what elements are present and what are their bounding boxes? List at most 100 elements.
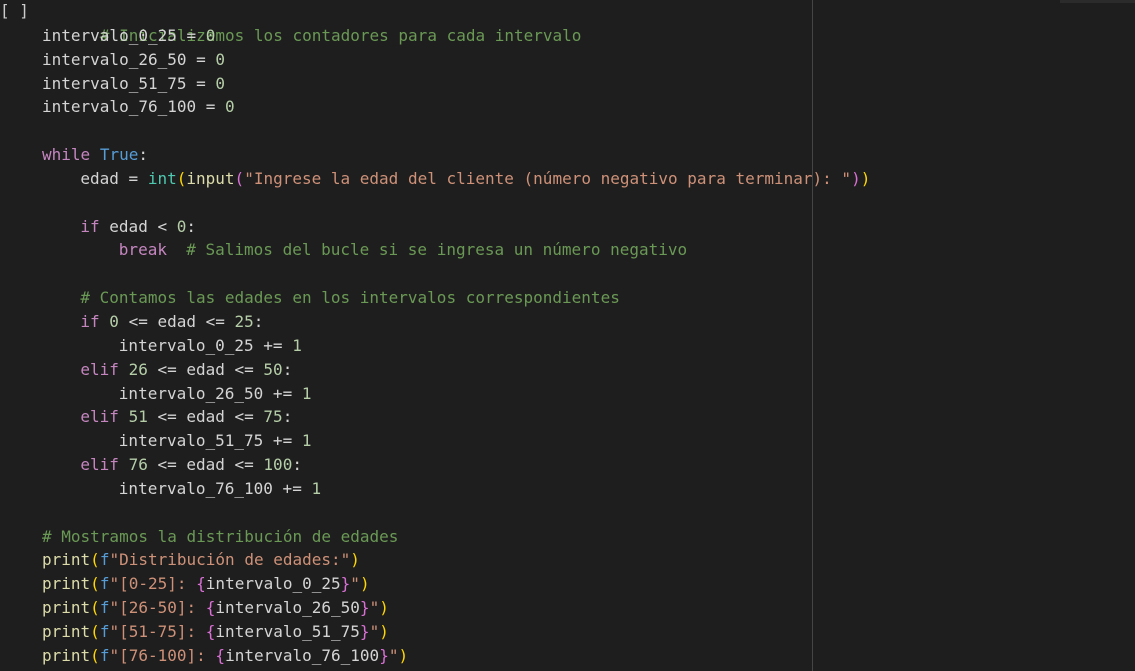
code-cell-editor[interactable]: [ ] # Inicializamos los contadores para … bbox=[0, 0, 1135, 671]
code-line-26: print(f"[26-50]: {intervalo_26_50}") bbox=[42, 596, 870, 620]
string: "[51-75]: bbox=[109, 621, 206, 641]
colon: : bbox=[186, 216, 196, 236]
paren: ) bbox=[379, 598, 389, 618]
paren: ( bbox=[90, 645, 100, 665]
fstring-prefix: f bbox=[99, 574, 110, 594]
code-line-1: # Inicializamos los contadores para cada… bbox=[42, 0, 870, 45]
keyword: elif bbox=[80, 407, 119, 427]
number: 1 bbox=[301, 431, 312, 451]
paren: ) bbox=[860, 168, 871, 188]
number: 0 bbox=[205, 25, 216, 45]
expression: <= edad <= bbox=[118, 311, 235, 331]
cell-run-indicator[interactable]: [ ] bbox=[0, 0, 29, 22]
operator: = bbox=[118, 168, 148, 188]
operator: += bbox=[272, 478, 312, 498]
paren: ( bbox=[90, 598, 100, 618]
keyword: while bbox=[42, 145, 91, 165]
builtin-int: int bbox=[147, 168, 177, 188]
variable: intervalo_0_25 bbox=[205, 574, 341, 594]
operator: += bbox=[263, 431, 302, 451]
number: 25 bbox=[234, 311, 254, 331]
cell-toolbar-edge bbox=[1060, 0, 1135, 3]
function-print: print bbox=[42, 645, 91, 665]
string: "[26-50]: bbox=[109, 598, 206, 618]
code-line-21: intervalo_76_100 += 1 bbox=[42, 477, 870, 501]
comment: # Contamos las edades en los intervalos … bbox=[80, 288, 620, 308]
number: 1 bbox=[292, 335, 302, 355]
paren: ) bbox=[350, 550, 360, 570]
paren: ) bbox=[398, 645, 409, 665]
code-line-24: print(f"Distribución de edades:") bbox=[42, 548, 870, 572]
fstring-prefix: f bbox=[99, 645, 110, 665]
paren: ( bbox=[90, 621, 100, 641]
keyword: if bbox=[80, 311, 100, 331]
code-line-10: if edad < 0: bbox=[42, 215, 870, 239]
number: 76 bbox=[128, 455, 148, 475]
number: 1 bbox=[301, 383, 312, 403]
variable: intervalo_0_25 bbox=[118, 335, 254, 355]
paren: ( bbox=[90, 574, 100, 594]
code-line-3: intervalo_26_50 = 0 bbox=[42, 48, 870, 72]
paren: ) bbox=[379, 621, 389, 641]
number: 0 bbox=[215, 49, 226, 69]
brace: { bbox=[215, 645, 226, 665]
string: "[76-100]: bbox=[109, 645, 216, 665]
code-line-8: edad = int(input("Ingrese la edad del cl… bbox=[42, 167, 870, 191]
function-print: print bbox=[42, 598, 91, 618]
function-print: print bbox=[42, 621, 91, 641]
code-line-15: intervalo_0_25 += 1 bbox=[42, 334, 870, 358]
variable: intervalo_76_100 bbox=[42, 97, 197, 117]
code-line-19: intervalo_51_75 += 1 bbox=[42, 429, 870, 453]
variable: intervalo_76_100 bbox=[118, 478, 273, 498]
comment: # Mostramos la distribución de edades bbox=[42, 526, 399, 546]
expression: <= edad <= bbox=[147, 359, 264, 379]
string: "Ingrese la edad del cliente (número neg… bbox=[244, 168, 852, 188]
number: 75 bbox=[263, 407, 283, 427]
variable: intervalo_51_75 bbox=[118, 431, 264, 451]
paren: ( bbox=[176, 168, 187, 188]
paren: ) bbox=[851, 168, 861, 188]
fstring-prefix: f bbox=[99, 621, 110, 641]
variable: intervalo_76_100 bbox=[225, 645, 380, 665]
paren: ( bbox=[90, 550, 100, 570]
code-line-7: while True: bbox=[42, 143, 870, 167]
colon: : bbox=[292, 455, 302, 475]
code-block[interactable]: # Inicializamos los contadores para cada… bbox=[42, 0, 870, 668]
operator: = bbox=[196, 97, 226, 117]
brace: } bbox=[359, 598, 370, 618]
brace: } bbox=[379, 645, 389, 665]
paren: ( bbox=[234, 168, 245, 188]
paren: ) bbox=[359, 574, 370, 594]
colon: : bbox=[282, 359, 293, 379]
keyword: break bbox=[118, 240, 167, 260]
code-line-14: if 0 <= edad <= 25: bbox=[42, 310, 870, 334]
colon: : bbox=[282, 407, 293, 427]
fstring-prefix: f bbox=[99, 598, 110, 618]
number: 0 bbox=[225, 97, 235, 117]
variable: intervalo_26_50 bbox=[42, 49, 187, 69]
constant: True bbox=[99, 145, 139, 165]
code-line-17: intervalo_26_50 += 1 bbox=[42, 382, 870, 406]
number: 0 bbox=[109, 311, 119, 331]
string: "Distribución de edades:" bbox=[109, 550, 351, 570]
string: " bbox=[369, 621, 380, 641]
number: 26 bbox=[128, 359, 148, 379]
operator: = bbox=[186, 49, 216, 69]
function-print: print bbox=[42, 574, 91, 594]
code-line-4: intervalo_51_75 = 0 bbox=[42, 72, 870, 96]
code-line-18: elif 51 <= edad <= 75: bbox=[42, 405, 870, 429]
variable: intervalo_26_50 bbox=[215, 598, 360, 618]
code-line-5: intervalo_76_100 = 0 bbox=[42, 95, 870, 119]
variable: intervalo_51_75 bbox=[42, 73, 187, 93]
code-line-28: print(f"[76-100]: {intervalo_76_100}") bbox=[42, 644, 870, 668]
code-line-16: elif 26 <= edad <= 50: bbox=[42, 358, 870, 382]
number: 0 bbox=[176, 216, 187, 236]
brace: { bbox=[205, 598, 216, 618]
